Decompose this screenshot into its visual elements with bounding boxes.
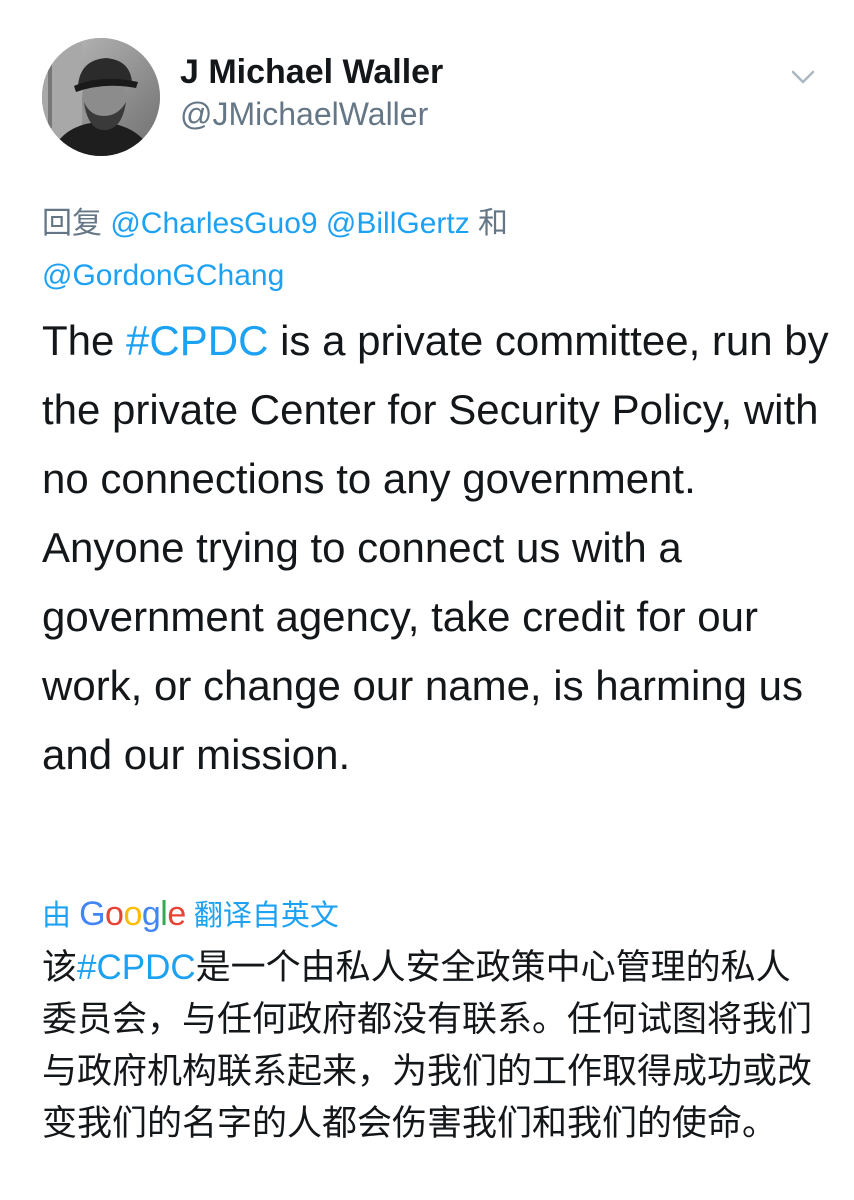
tweet: J Michael Waller @JMichaelWaller 回复 @Cha…: [0, 0, 854, 1200]
reply-context: 回复 @CharlesGuo9 @BillGertz 和 @GordonGChan…: [42, 198, 822, 302]
mention-link[interactable]: @CharlesGuo9: [110, 207, 317, 240]
translation-suffix: 翻译自英文: [185, 900, 339, 932]
reply-prefix: 回复: [42, 207, 111, 240]
tweet-text-body: is a private committee, run by the priva…: [42, 317, 829, 778]
hashtag-link[interactable]: #CPDC: [77, 948, 196, 987]
translation-attribution[interactable]: 由 Google 翻译自英文: [42, 892, 339, 938]
translation-by-label: 由: [42, 900, 80, 932]
google-logo: Google: [79, 895, 186, 933]
mention-link[interactable]: @BillGertz: [326, 207, 470, 240]
google-logo-letter: g: [141, 895, 161, 933]
user-handle[interactable]: @JMichaelWaller: [180, 94, 428, 134]
chevron-down-icon[interactable]: [788, 62, 818, 92]
tweet-text: The #CPDC is a private committee, run by…: [42, 306, 832, 789]
avatar[interactable]: [42, 38, 160, 156]
translated-text-start: 该: [42, 948, 78, 987]
reply-conjunction: 和: [469, 207, 509, 240]
google-logo-letter: o: [105, 895, 124, 933]
mention-link[interactable]: @GordonGChang: [42, 259, 284, 292]
tweet-text-start: The: [42, 317, 127, 364]
profile-photo-icon: [42, 38, 160, 156]
google-logo-letter: e: [167, 895, 186, 933]
google-logo-letter: G: [79, 895, 106, 933]
display-name[interactable]: J Michael Waller: [180, 52, 443, 92]
hashtag-link[interactable]: #CPDC: [126, 317, 268, 364]
translated-text: 该#CPDC是一个由私人安全政策中心管理的私人委员会，与任何政府都没有联系。任何…: [42, 942, 822, 1150]
google-logo-letter: o: [123, 895, 142, 933]
